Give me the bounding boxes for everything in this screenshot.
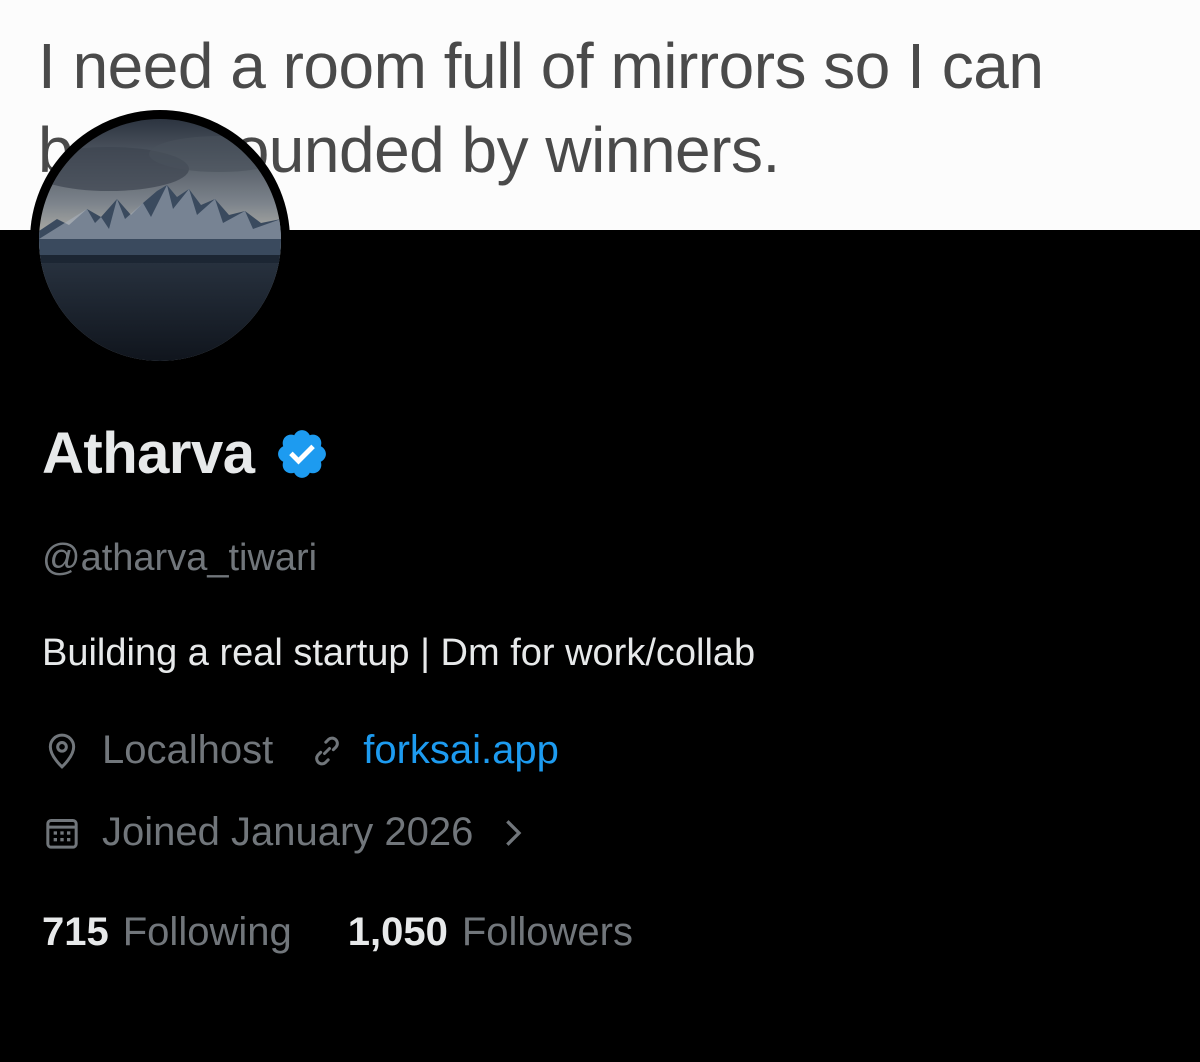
display-name: Atharva	[42, 421, 255, 486]
profile-meta-location-website: Localhost forksai.app	[42, 728, 559, 773]
user-handle: @atharva_tiwari	[42, 537, 318, 579]
chevron-right-icon	[506, 819, 522, 846]
following-count: 715	[42, 910, 109, 954]
following-label: Following	[122, 910, 292, 954]
calendar-icon	[46, 818, 78, 849]
profile-bio: Building a real startup | Dm for work/co…	[42, 632, 756, 674]
joined-date: Joined January 2026	[102, 810, 474, 854]
verified-badge-icon[interactable]	[274, 426, 330, 482]
link-icon	[315, 736, 340, 765]
follow-stats: 715 Following 1,050 Followers	[42, 910, 633, 955]
location-text: Localhost	[102, 728, 274, 772]
website-link[interactable]: forksai.app	[363, 728, 559, 773]
avatar-image	[39, 119, 281, 361]
followers-count: 1,050	[347, 910, 448, 954]
followers-stat[interactable]: 1,050 Followers	[348, 910, 633, 955]
name-row: Atharva	[42, 420, 330, 487]
joined-date-row[interactable]: Joined January 2026	[42, 810, 529, 855]
avatar[interactable]	[30, 110, 290, 370]
following-stat[interactable]: 715 Following	[42, 910, 292, 955]
followers-label: Followers	[461, 910, 633, 954]
location-pin-icon	[48, 733, 76, 769]
